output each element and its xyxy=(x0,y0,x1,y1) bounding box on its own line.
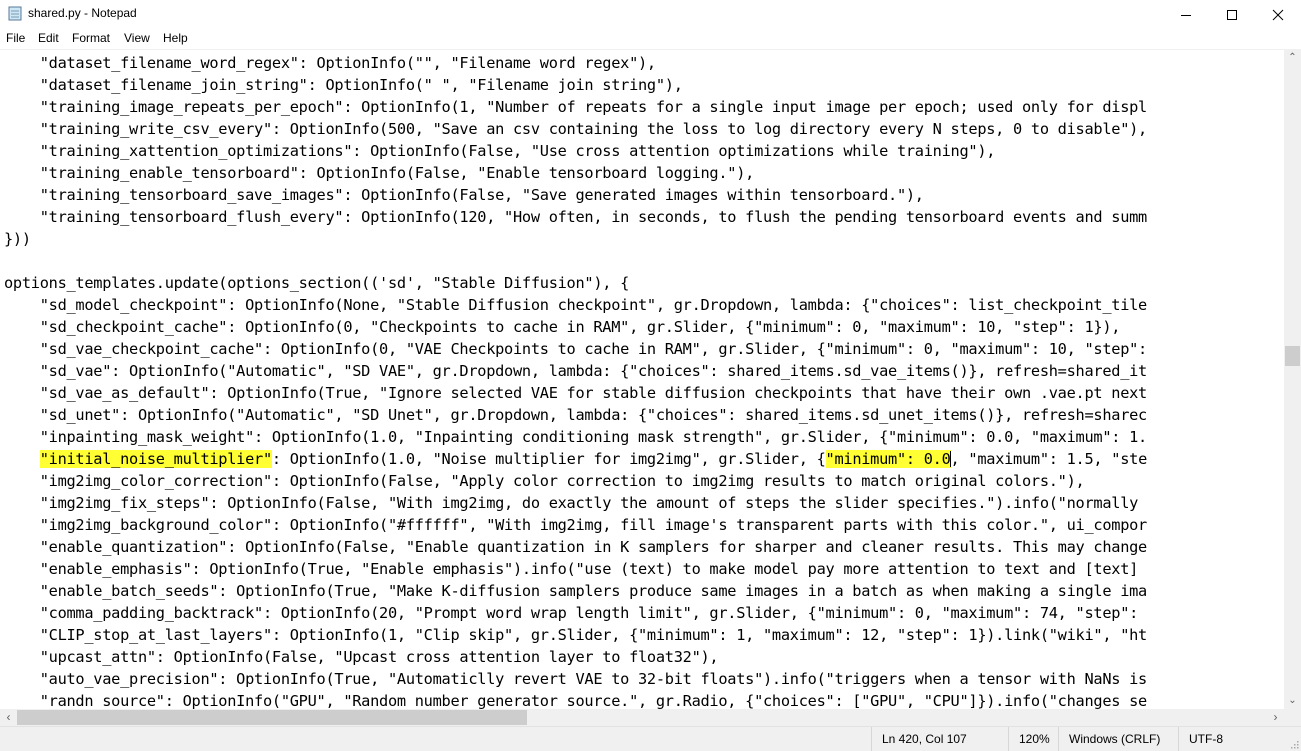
code-line: "sd_model_checkpoint": OptionInfo(None, … xyxy=(4,294,1148,316)
code-text: "upcast_attn": OptionInfo(False, "Upcast… xyxy=(4,648,719,666)
code-text: "inpainting_mask_weight": OptionInfo(1.0… xyxy=(4,428,1148,446)
code-text: : OptionInfo(1.0, "Noise multiplier for … xyxy=(271,450,826,468)
menu-bar: File Edit Format View Help xyxy=(0,29,1301,49)
code-line: "img2img_color_correction": OptionInfo(F… xyxy=(4,470,1085,492)
code-text: "enable_emphasis": OptionInfo(True, "Ena… xyxy=(4,560,1139,578)
code-text: "dataset_filename_word_regex": OptionInf… xyxy=(4,54,656,72)
code-line: "img2img_background_color": OptionInfo("… xyxy=(4,514,1148,536)
code-text: "dataset_filename_join_string": OptionIn… xyxy=(4,76,683,94)
vertical-scroll-thumb[interactable] xyxy=(1285,346,1300,366)
menu-help[interactable]: Help xyxy=(163,31,188,45)
scroll-left-icon[interactable]: ‹ xyxy=(0,710,17,724)
text-editor[interactable]: "dataset_filename_word_regex": OptionInf… xyxy=(0,49,1284,710)
maximize-icon xyxy=(1227,9,1237,20)
vertical-scrollbar[interactable]: ⌃ ⌄ xyxy=(1284,49,1301,709)
code-line: "enable_emphasis": OptionInfo(True, "Ena… xyxy=(4,558,1139,580)
code-line: "enable_quantization": OptionInfo(False,… xyxy=(4,536,1148,558)
code-text: "CLIP_stop_at_last_layers": OptionInfo(1… xyxy=(4,626,1148,644)
code-line: "sd_checkpoint_cache": OptionInfo(0, "Ch… xyxy=(4,316,1121,338)
code-line: "training_xattention_optimizations": Opt… xyxy=(4,140,996,162)
code-line: "training_image_repeats_per_epoch": Opti… xyxy=(4,96,1148,118)
code-line: "sd_vae_as_default": OptionInfo(True, "I… xyxy=(4,382,1148,404)
code-line: "enable_batch_seeds": OptionInfo(True, "… xyxy=(4,580,1148,602)
code-line: "training_enable_tensorboard": OptionInf… xyxy=(4,162,755,184)
code-line: "comma_padding_backtrack": OptionInfo(20… xyxy=(4,602,1139,624)
code-line: "dataset_filename_join_string": OptionIn… xyxy=(4,74,683,96)
horizontal-scroll-thumb[interactable] xyxy=(17,710,527,725)
code-text: "comma_padding_backtrack": OptionInfo(20… xyxy=(4,604,1139,622)
code-text: "sd_vae_checkpoint_cache": OptionInfo(0,… xyxy=(4,340,1148,358)
code-text: options_templates.update(options_section… xyxy=(4,274,630,292)
code-line: })) xyxy=(4,228,31,250)
code-text: "sd_unet": OptionInfo("Automatic", "SD U… xyxy=(4,406,1148,424)
line-ending: Windows (CRLF) xyxy=(1058,727,1179,751)
close-button[interactable] xyxy=(1255,0,1301,29)
code-text: "training_tensorboard_save_images": Opti… xyxy=(4,186,924,204)
code-line: "CLIP_stop_at_last_layers": OptionInfo(1… xyxy=(4,624,1148,646)
scroll-up-icon[interactable]: ⌃ xyxy=(1284,52,1301,63)
menu-file[interactable]: File xyxy=(6,31,25,45)
code-text: "img2img_color_correction": OptionInfo(F… xyxy=(4,472,1085,490)
code-line: "dataset_filename_word_regex": OptionInf… xyxy=(4,52,656,74)
code-line: "randn_source": OptionInfo("GPU", "Rando… xyxy=(4,690,1148,710)
zoom-level: 120% xyxy=(1008,727,1059,751)
horizontal-scrollbar[interactable]: ‹ › xyxy=(0,709,1284,726)
scroll-down-icon[interactable]: ⌄ xyxy=(1284,695,1301,706)
code-text: "training_xattention_optimizations": Opt… xyxy=(4,142,996,160)
code-text: "sd_model_checkpoint": OptionInfo(None, … xyxy=(4,296,1148,314)
search-highlight: "initial_noise_multiplier" xyxy=(39,450,272,468)
code-text: "enable_batch_seeds": OptionInfo(True, "… xyxy=(4,582,1148,600)
close-icon xyxy=(1272,9,1284,20)
code-text: })) xyxy=(4,230,31,248)
code-line: "upcast_attn": OptionInfo(False, "Upcast… xyxy=(4,646,719,668)
code-line: "sd_vae_checkpoint_cache": OptionInfo(0,… xyxy=(4,338,1148,360)
code-line: "img2img_fix_steps": OptionInfo(False, "… xyxy=(4,492,1147,514)
code-line: "auto_vae_precision": OptionInfo(True, "… xyxy=(4,668,1148,690)
code-text: "img2img_background_color": OptionInfo("… xyxy=(4,516,1148,534)
code-text: "training_enable_tensorboard": OptionInf… xyxy=(4,164,755,182)
cursor-position: Ln 420, Col 107 xyxy=(871,727,1022,751)
code-text: "sd_vae_as_default": OptionInfo(True, "I… xyxy=(4,384,1148,402)
menu-edit[interactable]: Edit xyxy=(38,31,59,45)
code-line: "sd_vae": OptionInfo("Automatic", "SD VA… xyxy=(4,360,1148,382)
code-line: "sd_unet": OptionInfo("Automatic", "SD U… xyxy=(4,404,1148,426)
code-text: "sd_checkpoint_cache": OptionInfo(0, "Ch… xyxy=(4,318,1121,336)
code-text: "training_write_csv_every": OptionInfo(5… xyxy=(4,120,1148,138)
window-title: shared.py - Notepad xyxy=(28,6,137,20)
code-text: "training_image_repeats_per_epoch": Opti… xyxy=(4,98,1148,116)
minimize-icon xyxy=(1181,14,1191,16)
code-line: "training_tensorboard_flush_every": Opti… xyxy=(4,206,1148,228)
code-text: "randn_source": OptionInfo("GPU", "Rando… xyxy=(4,692,1148,710)
code-line: "inpainting_mask_weight": OptionInfo(1.0… xyxy=(4,426,1148,448)
code-line: "initial_noise_multiplier": OptionInfo(1… xyxy=(4,448,1147,470)
minimize-button[interactable] xyxy=(1163,0,1209,29)
code-line: "training_write_csv_every": OptionInfo(5… xyxy=(4,118,1148,140)
resize-grip-icon[interactable] xyxy=(1289,739,1299,749)
code-text: "auto_vae_precision": OptionInfo(True, "… xyxy=(4,670,1148,688)
code-text: "sd_vae": OptionInfo("Automatic", "SD VA… xyxy=(4,362,1148,380)
status-bar: Ln 420, Col 107 120% Windows (CRLF) UTF-… xyxy=(0,726,1301,751)
code-text: "enable_quantization": OptionInfo(False,… xyxy=(4,538,1148,556)
code-text: "img2img_fix_steps": OptionInfo(False, "… xyxy=(4,494,1147,512)
scrollbar-corner xyxy=(1284,709,1301,726)
menu-view[interactable]: View xyxy=(124,31,150,45)
title-bar: shared.py - Notepad xyxy=(0,0,1301,29)
code-line: "training_tensorboard_save_images": Opti… xyxy=(4,184,924,206)
code-text: "training_tensorboard_flush_every": Opti… xyxy=(4,208,1148,226)
encoding: UTF-8 xyxy=(1178,727,1289,751)
notepad-app-icon xyxy=(8,6,22,21)
selection-highlight: "minimum": 0.0 xyxy=(825,450,951,468)
menu-format[interactable]: Format xyxy=(72,31,110,45)
maximize-button[interactable] xyxy=(1209,0,1255,29)
scroll-right-icon[interactable]: › xyxy=(1267,710,1284,724)
code-line: options_templates.update(options_section… xyxy=(4,272,629,294)
code-text: , "maximum": 1.5, "ste xyxy=(950,450,1148,468)
